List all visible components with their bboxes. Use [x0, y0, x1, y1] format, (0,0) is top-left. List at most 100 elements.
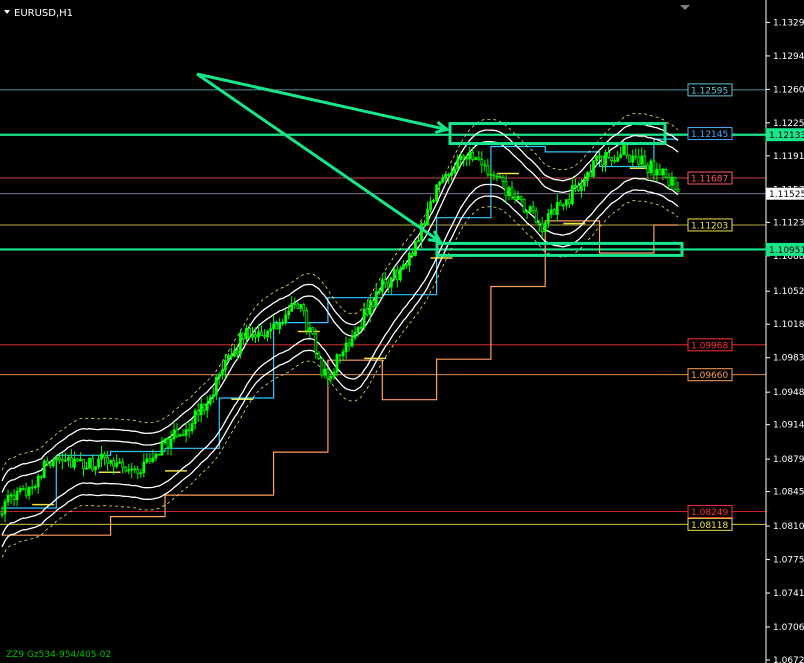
candle-body — [24, 488, 28, 496]
candle-body — [610, 157, 614, 161]
candle-body — [595, 155, 598, 162]
candle-body — [251, 334, 254, 338]
candle-body — [97, 458, 100, 468]
candle-body — [670, 176, 674, 186]
candle-body — [199, 403, 203, 416]
candle-body — [66, 457, 70, 461]
resistance-step-line — [2, 138, 678, 509]
candle-body — [534, 210, 538, 223]
candle-body — [483, 164, 487, 167]
dropdown-arrow-icon[interactable] — [4, 10, 10, 14]
candle-body — [220, 369, 224, 376]
candle-body — [359, 326, 363, 329]
level-label: 1.11687 — [691, 174, 728, 184]
candle-body — [187, 429, 191, 432]
candle-body — [133, 468, 137, 471]
candle-body — [589, 171, 592, 177]
candle-body — [456, 159, 460, 170]
y-tick-label: 1.09480 — [773, 388, 804, 398]
price-chart[interactable]: 1.13290 1.12945 1.12600 1.12255 1.11915 1.115… — [0, 0, 804, 663]
candle-body — [471, 151, 475, 160]
candle-body — [308, 327, 312, 331]
candle-body — [239, 332, 242, 355]
candle-body — [88, 457, 91, 469]
upper-dashed-channel — [1, 112, 679, 471]
candle-body — [82, 459, 85, 469]
candle-body — [172, 429, 176, 440]
candle-body — [163, 438, 167, 444]
candle-body — [616, 157, 620, 162]
candle-body — [350, 337, 354, 347]
candle-body — [459, 155, 463, 160]
candle-body — [196, 410, 200, 416]
level-label: 1.12595 — [691, 86, 728, 96]
candle-body — [18, 488, 22, 492]
candle-body — [386, 282, 390, 288]
candle-body — [208, 396, 212, 405]
candle-body — [583, 180, 586, 187]
y-tick-label: 1.12600 — [773, 85, 804, 95]
candle-body — [480, 159, 484, 166]
candle-body — [453, 168, 457, 174]
candle-body — [76, 458, 79, 462]
candle-body — [489, 173, 493, 176]
candle-body — [573, 185, 577, 188]
candle-body — [296, 303, 300, 309]
candle-body — [570, 185, 574, 205]
y-tick-label: 1.11230 — [773, 218, 804, 228]
candle-body — [513, 196, 517, 200]
candle-body — [380, 279, 384, 292]
candle-body — [30, 486, 34, 489]
candle-body — [0, 513, 4, 516]
candle-body — [175, 429, 179, 437]
y-tick-label: 1.12945 — [773, 52, 804, 62]
candle-body — [335, 354, 339, 373]
candle-body — [531, 206, 535, 212]
candle-body — [323, 369, 327, 376]
level-label: 1.12133 — [769, 131, 804, 141]
candle-body — [592, 160, 595, 177]
candle-body — [667, 176, 671, 186]
candle-body — [474, 157, 478, 160]
candle-body — [260, 331, 263, 336]
candle-body — [245, 328, 248, 340]
candle-body — [392, 269, 396, 278]
candle-body — [302, 304, 306, 312]
candle-body — [371, 300, 375, 307]
y-tick-label: 1.11915 — [773, 152, 804, 162]
candle-body — [549, 209, 553, 215]
candle-body — [498, 176, 502, 179]
candle-body — [181, 434, 185, 437]
candle-body — [401, 264, 405, 270]
candle-body — [127, 469, 131, 472]
chart-header: EURUSD,H1 — [4, 5, 690, 19]
level-label: 1.09660 — [691, 371, 728, 381]
candle-body — [284, 314, 288, 323]
candle-body — [124, 466, 128, 472]
candle-body — [577, 185, 580, 191]
candle-body — [287, 310, 291, 316]
candle-body — [118, 461, 122, 464]
chart-window[interactable]: 1.13290 1.12945 1.12600 1.12255 1.11915 1.115… — [0, 0, 804, 663]
candle-body — [414, 241, 417, 256]
y-tick-label: 1.07060 — [773, 623, 804, 633]
candle-body — [190, 423, 194, 432]
candle-body — [631, 155, 635, 163]
candle-body — [492, 174, 496, 177]
candle-body — [465, 157, 469, 160]
candle-body — [145, 458, 149, 463]
level-label: 1.11203 — [691, 221, 728, 231]
candle-body — [586, 171, 589, 181]
candle-body — [169, 438, 173, 448]
candle-body — [368, 300, 372, 315]
candle-body — [486, 165, 490, 175]
candle-body — [112, 460, 116, 467]
candle-body — [290, 303, 294, 312]
candle-body — [504, 180, 508, 196]
candle-body — [655, 168, 659, 176]
candle-body — [27, 486, 31, 496]
candle-body — [51, 459, 55, 467]
candle-body — [558, 202, 562, 206]
price-axis: 1.13290 1.12945 1.12600 1.12255 1.11915 1.115… — [765, 0, 804, 663]
scroll-marker-icon[interactable] — [680, 5, 690, 10]
